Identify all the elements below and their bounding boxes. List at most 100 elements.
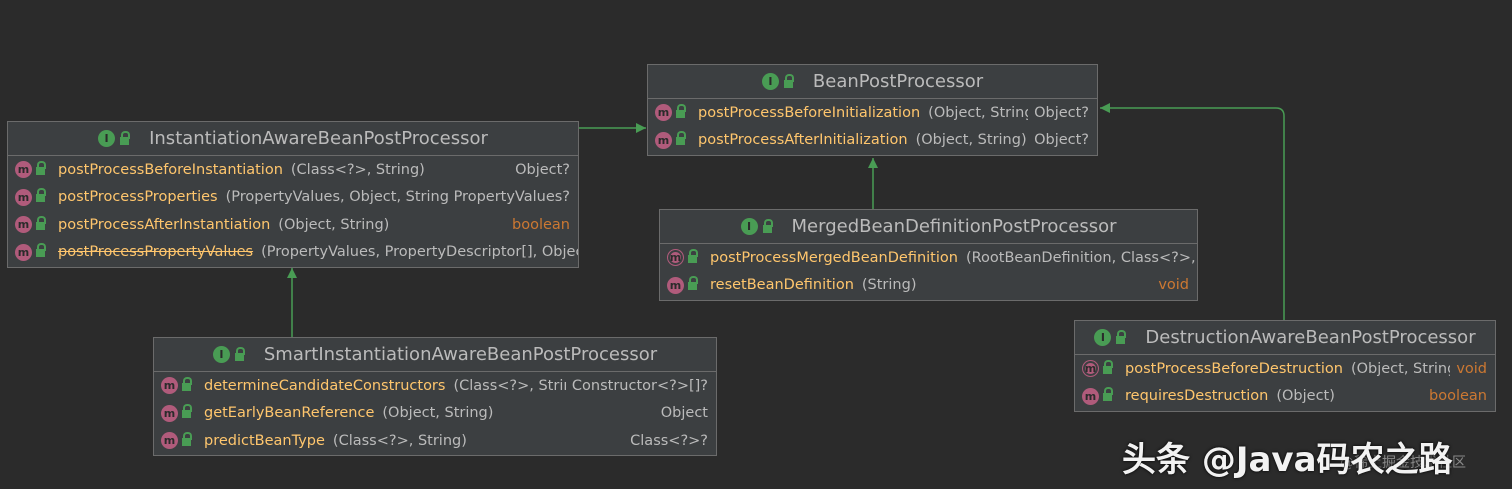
class-merged-bean-definition-post-processor[interactable]: I MergedBeanDefinitionPostProcessor m po… [659,209,1198,301]
method-return: boolean [1423,382,1487,410]
class-name: BeanPostProcessor [812,71,984,92]
lock-icon [1116,329,1127,344]
lock-icon [234,346,245,361]
method-params: (String) [861,277,917,294]
method-icon: m [161,377,178,395]
lock-icon [36,188,46,203]
method-icon: m [1082,387,1099,405]
method-return: Constructor<?>[]? [565,372,708,400]
class-diagram: I BeanPostProcessor m postProcessBeforeI… [0,0,1512,489]
method-row[interactable]: m postProcessPropertyValues (PropertyVal… [8,239,578,267]
method-params: (Object, String) [928,104,1040,121]
method-name: predictBeanType [204,432,325,449]
method-row[interactable]: m postProcessBeforeDestruction (Object, … [1075,355,1495,383]
lock-icon [182,431,192,446]
method-name: postProcessMergedBeanDefinition [710,249,958,266]
method-return: Class<?>? [624,427,708,455]
method-name: requiresDestruction [1125,388,1269,405]
watermark: 头条 @Java码农之路 [1122,440,1453,480]
method-row[interactable]: m postProcessBeforeInstantiation (Class<… [8,156,578,184]
abstract-method-icon: m [1082,360,1099,378]
method-name: postProcessBeforeDestruction [1125,360,1343,377]
class-header: I BeanPostProcessor [648,65,1097,99]
method-icon: m [655,131,672,149]
class-name: DestructionAwareBeanPostProcessor [1145,327,1476,348]
interface-icon: I [740,218,758,235]
method-return: Object? [1028,126,1089,154]
method-row[interactable]: m determineCandidateConstructors (Class<… [154,372,716,400]
class-header: I SmartInstantiationAwareBeanPostProcess… [154,338,716,372]
method-return: boolean [506,211,570,239]
method-name: resetBeanDefinition [710,277,854,294]
method-params: (Class<?>, String) [290,161,425,178]
method-name-deprecated: postProcessPropertyValues [58,244,254,261]
method-return: Object? [1028,99,1089,127]
method-params: (Class<?>, String) [332,432,467,449]
lock-icon [182,376,192,391]
class-header: I DestructionAwareBeanPostProcessor [1075,321,1495,355]
abstract-method-icon: m [667,249,684,267]
interface-icon: I [761,73,779,90]
method-row[interactable]: m resetBeanDefinition (String) void [660,271,1197,299]
method-row[interactable]: m postProcessAfterInstantiation (Object,… [8,211,578,239]
method-params: (Object, String) [1350,360,1462,377]
method-params: (PropertyValues, PropertyDescriptor[], O… [261,244,578,261]
interface-icon: I [212,346,230,363]
method-params: (RootBeanDefinition, Class<?>, St [965,249,1197,266]
method-icon: m [15,188,32,206]
method-row[interactable]: m postProcessProperties (PropertyValues,… [8,183,578,211]
method-row[interactable]: m getEarlyBeanReference (Object, String)… [154,399,716,427]
method-icon: m [161,432,178,450]
method-name: determineCandidateConstructors [204,377,446,394]
method-return: Object? [509,156,570,184]
lock-icon [783,73,794,88]
method-name: postProcessAfterInitialization [698,132,908,149]
interface-icon: I [1094,329,1112,346]
class-name: MergedBeanDefinitionPostProcessor [791,216,1117,237]
lock-icon [676,103,686,118]
lock-icon [688,248,698,263]
method-name: postProcessBeforeInitialization [698,104,921,121]
lock-icon [688,276,698,291]
lock-icon [1103,359,1113,374]
lock-icon [1103,387,1113,402]
method-row[interactable]: m postProcessMergedBeanDefinition (RootB… [660,244,1197,272]
method-row[interactable]: m postProcessBeforeInitialization (Objec… [648,99,1097,127]
method-return: void [1152,271,1189,299]
class-header: I InstantiationAwareBeanPostProcessor [8,122,578,156]
method-return: PropertyValues? [447,183,570,211]
method-name: postProcessProperties [58,189,218,206]
method-params: (Object) [1276,388,1335,405]
method-name: postProcessBeforeInstantiation [58,161,283,178]
method-row[interactable]: m predictBeanType (Class<?>, String) Cla… [154,427,716,455]
class-bean-post-processor[interactable]: I BeanPostProcessor m postProcessBeforeI… [647,64,1098,156]
class-smart-instantiation-aware-bean-post-processor[interactable]: I SmartInstantiationAwareBeanPostProcess… [153,337,717,456]
method-params: (Object, String) [278,216,390,233]
lock-icon [762,218,773,233]
lock-icon [182,404,192,419]
method-icon: m [15,243,32,261]
method-params: (Object, String) [382,405,494,422]
lock-icon [36,215,46,230]
method-name: getEarlyBeanReference [204,405,375,422]
class-destruction-aware-bean-post-processor[interactable]: I DestructionAwareBeanPostProcessor m po… [1074,320,1496,412]
class-header: I MergedBeanDefinitionPostProcessor [660,210,1197,244]
method-icon: m [667,276,684,294]
method-icon: m [655,104,672,122]
class-instantiation-aware-bean-post-processor[interactable]: I InstantiationAwareBeanPostProcessor m … [7,121,579,268]
method-return: Object [654,399,708,427]
method-params: (Object, String) [915,132,1027,149]
method-name: postProcessAfterInstantiation [58,216,271,233]
method-params: (PropertyValues, Object, String) [225,189,455,206]
lock-icon [676,131,686,146]
lock-icon [120,130,131,145]
method-icon: m [15,216,32,234]
method-row[interactable]: m postProcessAfterInitialization (Object… [648,126,1097,154]
method-icon: m [15,161,32,179]
method-return: void [1450,355,1487,383]
class-name: InstantiationAwareBeanPostProcessor [149,128,488,149]
class-name: SmartInstantiationAwareBeanPostProcessor [263,344,658,365]
method-row[interactable]: m requiresDestruction (Object) boolean [1075,382,1495,410]
lock-icon [36,160,46,175]
interface-icon: I [98,130,116,147]
